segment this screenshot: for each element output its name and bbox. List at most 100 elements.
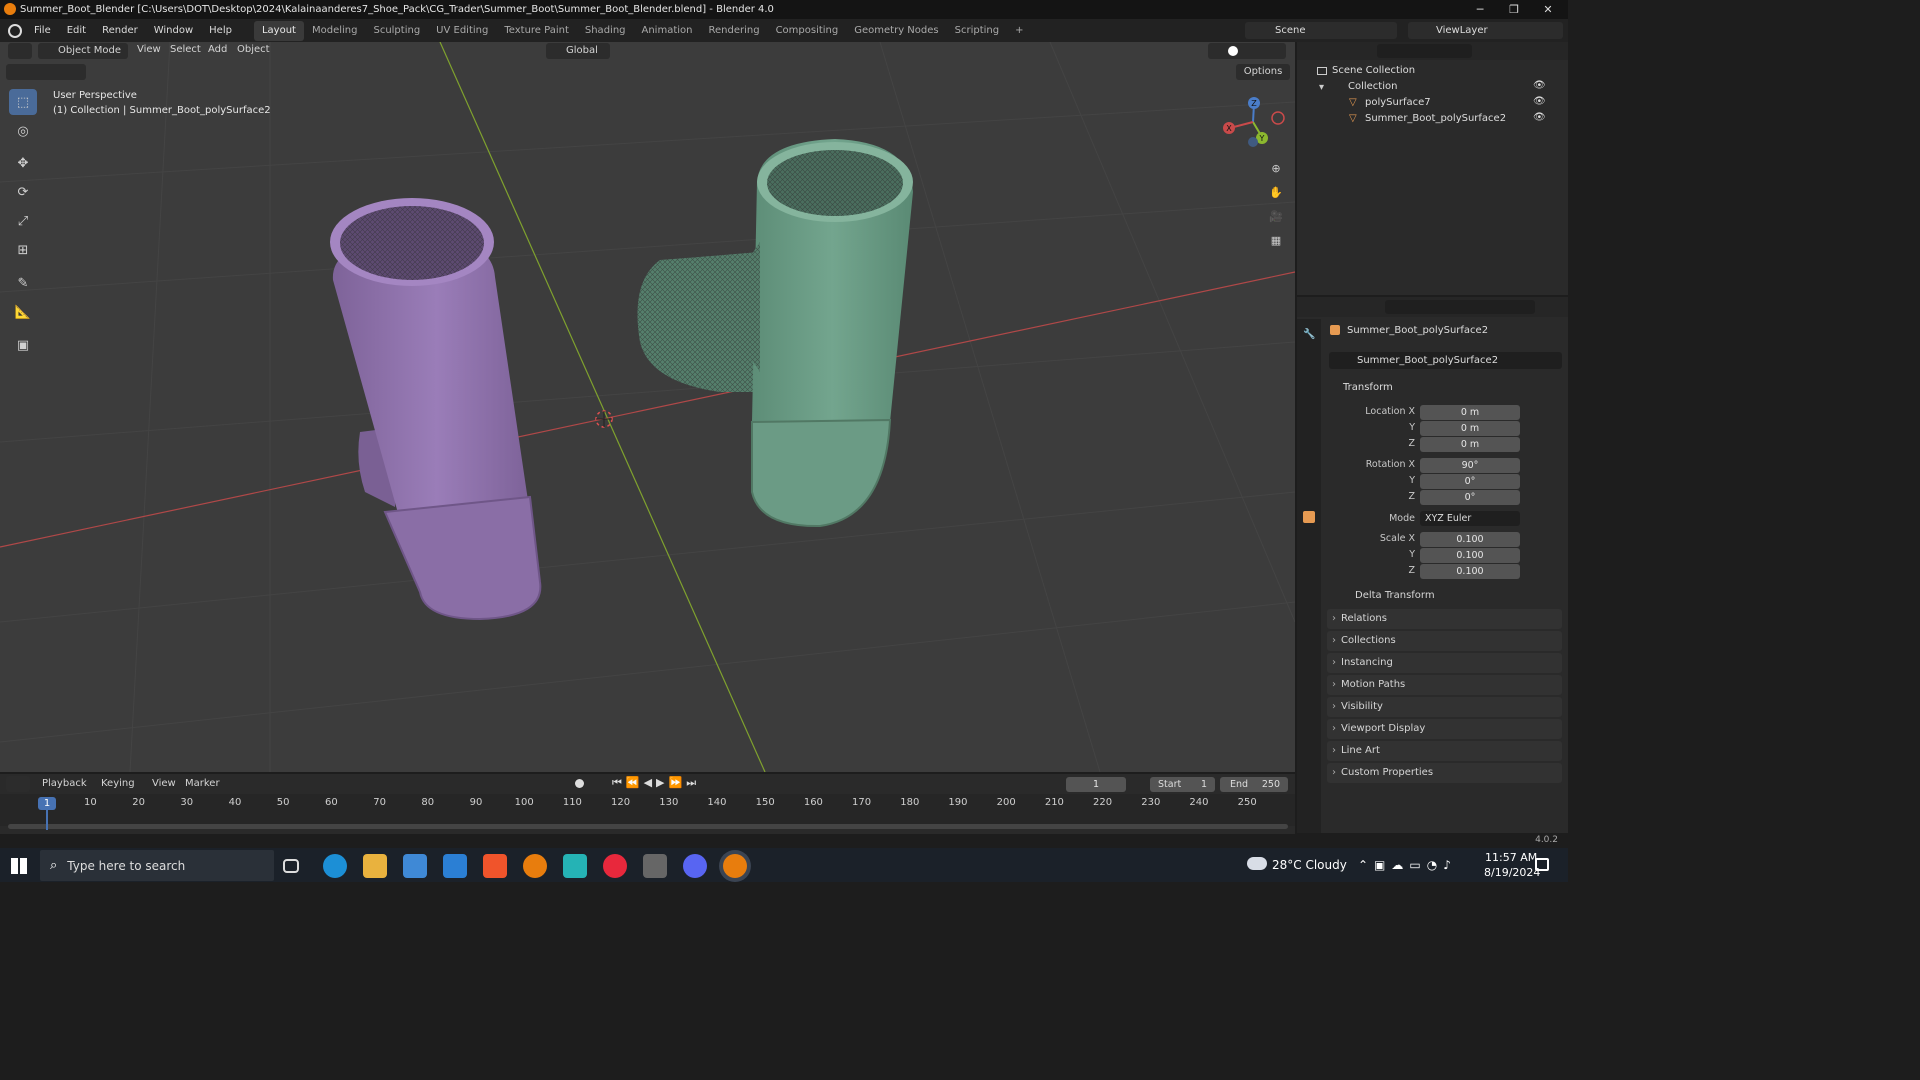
- panel-motion-paths[interactable]: Motion Paths: [1327, 675, 1562, 695]
- panel-instancing[interactable]: Instancing: [1327, 653, 1562, 673]
- transform-panel-header[interactable]: Transform: [1327, 379, 1562, 397]
- panel-viewport-display[interactable]: Viewport Display: [1327, 719, 1562, 739]
- panel-relations[interactable]: Relations: [1327, 609, 1562, 629]
- menu-render[interactable]: Render: [94, 19, 146, 42]
- maya-app-icon[interactable]: [563, 854, 587, 878]
- end-frame-field[interactable]: End 250: [1220, 777, 1288, 792]
- collection-expand-icon[interactable]: ▾: [1319, 82, 1324, 93]
- collection-eye-icon[interactable]: 👁: [1533, 80, 1546, 91]
- move-tool-icon[interactable]: ✥: [9, 150, 37, 176]
- cursor-tool-icon[interactable]: ◎: [9, 118, 37, 144]
- tab-animation[interactable]: Animation: [634, 21, 701, 41]
- rotation-z-field[interactable]: 0°: [1420, 490, 1520, 505]
- shading-buttons[interactable]: [1208, 43, 1286, 59]
- discord-icon[interactable]: [683, 854, 707, 878]
- maximize-button[interactable]: ❐: [1497, 0, 1531, 19]
- green-boot-model[interactable]: [637, 139, 914, 528]
- location-y-field[interactable]: 0 m: [1420, 421, 1520, 436]
- measure-tool-icon[interactable]: 📐: [9, 299, 37, 325]
- start-frame-field[interactable]: Start 1: [1150, 777, 1215, 792]
- purple-boot-model[interactable]: [330, 198, 542, 621]
- tool-tab-icon[interactable]: 🔧: [1303, 329, 1315, 340]
- system-tray-icons[interactable]: ⌃▣☁▭◔♪: [1358, 858, 1457, 872]
- location-z-field[interactable]: 0 m: [1420, 437, 1520, 452]
- panel-collections[interactable]: Collections: [1327, 631, 1562, 651]
- rotation-x-field[interactable]: 90°: [1420, 458, 1520, 473]
- mail-icon[interactable]: [443, 854, 467, 878]
- scale-x-field[interactable]: 0.100: [1420, 532, 1520, 547]
- editor-type-button[interactable]: [8, 43, 32, 59]
- add-cube-tool-icon[interactable]: ▣: [9, 332, 37, 358]
- navigation-gizmo[interactable]: Z Y X: [1220, 94, 1290, 164]
- tab-sculpting[interactable]: Sculpting: [365, 21, 428, 41]
- taskbar-search-box[interactable]: ⌕ Type here to search: [40, 850, 274, 881]
- panel-visibility[interactable]: Visibility: [1327, 697, 1562, 717]
- select-box-tool[interactable]: ⬚: [9, 89, 37, 115]
- playback-controls[interactable]: ⏮⏪◀▶⏩⏭: [612, 776, 700, 790]
- 3d-cursor[interactable]: [595, 410, 613, 428]
- visibility-eye-icon[interactable]: 👁: [1533, 96, 1546, 107]
- timeline-editor-type-button[interactable]: [6, 776, 30, 792]
- tab-compositing[interactable]: Compositing: [768, 21, 847, 41]
- scene-collection-label[interactable]: Scene Collection: [1332, 65, 1415, 76]
- minimize-button[interactable]: ─: [1463, 0, 1497, 19]
- menu-object[interactable]: Object: [237, 44, 270, 55]
- file-explorer-icon[interactable]: [363, 854, 387, 878]
- weather-label[interactable]: 28°C Cloudy: [1272, 858, 1347, 872]
- clock-time[interactable]: 11:57 AM: [1485, 851, 1537, 864]
- rotate-tool-icon[interactable]: ⟳: [9, 179, 37, 205]
- camera-view-icon[interactable]: 🎥: [1266, 206, 1286, 226]
- pan-hand-icon[interactable]: ✋: [1266, 182, 1286, 202]
- outliner-search-input[interactable]: [1377, 44, 1472, 58]
- menu-select[interactable]: Select: [170, 44, 201, 55]
- options-button[interactable]: Options: [1236, 64, 1290, 80]
- menu-file[interactable]: File: [26, 19, 59, 42]
- rotation-y-field[interactable]: 0°: [1420, 474, 1520, 489]
- clock-date[interactable]: 8/19/2024: [1484, 866, 1540, 879]
- ms-store-icon[interactable]: [403, 854, 427, 878]
- red-app-icon[interactable]: [603, 854, 627, 878]
- tab-geometry-nodes[interactable]: Geometry Nodes: [846, 21, 946, 41]
- solid-shading-icon[interactable]: [1228, 46, 1238, 56]
- weather-icon[interactable]: [1247, 857, 1267, 870]
- scale-z-field[interactable]: 0.100: [1420, 564, 1520, 579]
- annotate-tool-icon[interactable]: ✎: [9, 270, 37, 296]
- location-x-field[interactable]: 0 m: [1420, 405, 1520, 420]
- blender-app-icon[interactable]: [523, 854, 547, 878]
- scene-selector[interactable]: Scene: [1245, 22, 1397, 39]
- object-name-field[interactable]: Summer_Boot_polySurface2: [1329, 352, 1562, 369]
- tab-texture-paint[interactable]: Texture Paint: [496, 21, 577, 41]
- zoom-icon[interactable]: ⊕: [1266, 158, 1286, 178]
- menu-help[interactable]: Help: [201, 19, 240, 42]
- zbrush-app-icon[interactable]: [643, 854, 667, 878]
- grid-view-icon[interactable]: ▦: [1266, 230, 1286, 250]
- menu-edit[interactable]: Edit: [59, 19, 94, 42]
- scale-y-field[interactable]: 0.100: [1420, 548, 1520, 563]
- record-button-icon[interactable]: [575, 779, 584, 788]
- panel-custom-properties[interactable]: Custom Properties: [1327, 763, 1562, 783]
- playhead[interactable]: 1: [38, 797, 56, 810]
- delta-transform-subpanel[interactable]: Delta Transform: [1355, 590, 1435, 601]
- menu-window[interactable]: Window: [146, 19, 201, 42]
- tab-scripting[interactable]: Scripting: [947, 21, 1007, 41]
- object-tab-icon[interactable]: [1303, 511, 1315, 523]
- close-button[interactable]: ✕: [1531, 0, 1565, 19]
- properties-search-input[interactable]: [1385, 300, 1535, 314]
- tab-uv-editing[interactable]: UV Editing: [428, 21, 496, 41]
- outliner-row[interactable]: ▽ Summer_Boot_polySurface2 👁: [1297, 111, 1568, 127]
- menu-add[interactable]: Add: [208, 44, 227, 55]
- view-layer-selector[interactable]: ViewLayer: [1408, 22, 1563, 39]
- orientation-selector[interactable]: Global: [546, 43, 610, 59]
- tab-shading[interactable]: Shading: [577, 21, 634, 41]
- tab-rendering[interactable]: Rendering: [700, 21, 767, 41]
- timeline-scrollbar[interactable]: [8, 824, 1288, 829]
- rotation-mode-select[interactable]: XYZ Euler: [1420, 511, 1520, 526]
- notification-icon[interactable]: [1535, 858, 1549, 871]
- tab-layout[interactable]: Layout: [253, 20, 304, 41]
- task-view-icon[interactable]: [283, 859, 299, 873]
- blender-active-icon[interactable]: [723, 854, 747, 878]
- menu-timeline-view[interactable]: View: [152, 778, 176, 789]
- transform-tool-icon[interactable]: ⊞: [9, 237, 37, 263]
- add-workspace-button[interactable]: +: [1007, 21, 1031, 41]
- outliner-row[interactable]: ▽ polySurface7 👁: [1297, 95, 1568, 111]
